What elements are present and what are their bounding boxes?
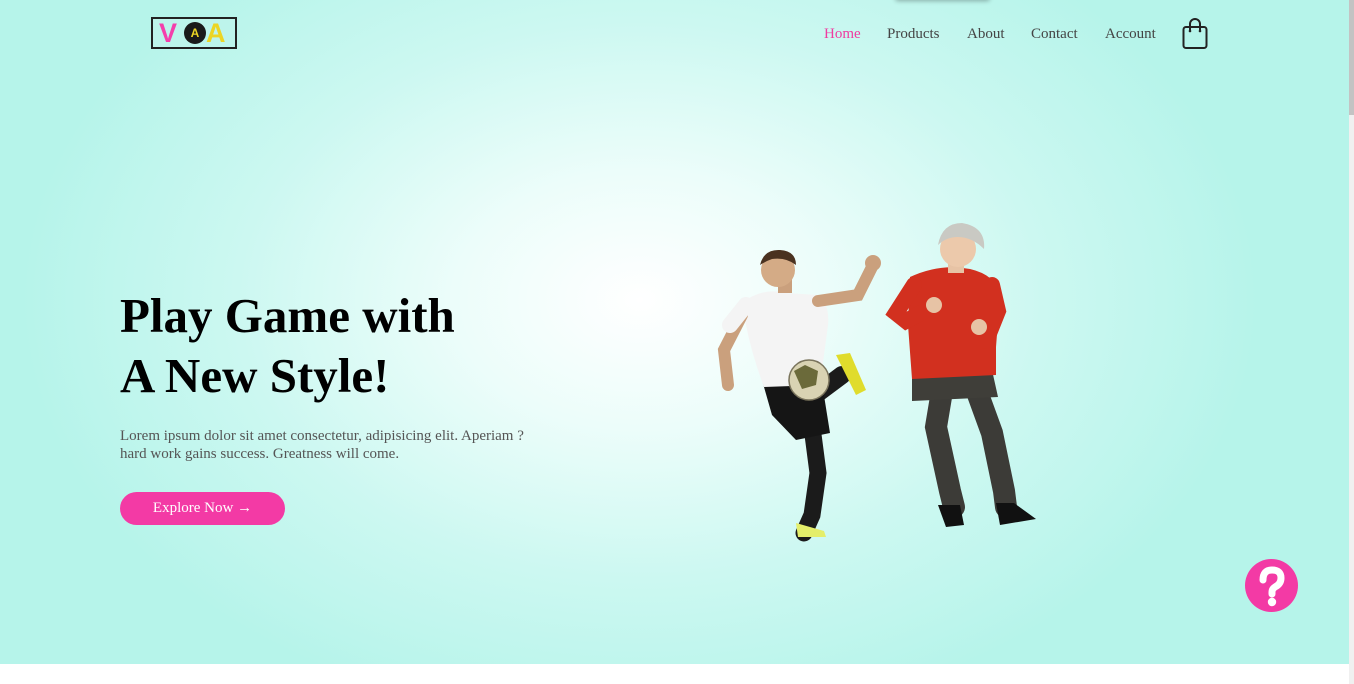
explore-now-button[interactable]: Explore Now → [120,492,285,525]
nav-account-link[interactable]: Account [1105,26,1156,42]
logo-letter-v: V [159,18,178,48]
help-button[interactable] [1245,559,1298,612]
nav-account[interactable]: Account [1105,26,1156,46]
hero-title: Play Game with A New Style! [120,286,455,406]
hero-title-line2: A New Style! [120,348,390,403]
hero-description-line2: hard work gains success. Greatness will … [120,446,400,462]
logo-letter-o: A [184,22,206,44]
page-scrollbar-thumb[interactable] [1349,0,1354,115]
hero-players-image [717,223,1036,542]
nav-contact[interactable]: Contact [1031,26,1078,46]
logo-letter-a: A [206,18,226,48]
nav-home-link[interactable]: Home [824,26,861,42]
nav-home[interactable]: Home [824,26,861,46]
player-white-shirt [717,249,881,542]
nav-products-link[interactable]: Products [887,26,940,42]
hero-section: V A A Home Products About Contact Accoun… [0,0,1349,664]
hero-description-line1: Lorem ipsum dolor sit amet consectetur, … [120,428,524,444]
nav-products[interactable]: Products [887,26,940,46]
question-mark-icon [1259,566,1285,607]
site-logo[interactable]: V A A [151,17,237,49]
nav-contact-link[interactable]: Contact [1031,26,1078,42]
page-scrollbar[interactable] [1349,0,1354,684]
hero-title-line1: Play Game with [120,288,455,343]
nav-about[interactable]: About [967,26,1005,46]
hero-description: Lorem ipsum dolor sit amet consectetur, … [120,427,570,463]
shopping-bag-icon[interactable] [1181,18,1209,50]
player-red-shirt [885,223,1036,527]
nav-about-link[interactable]: About [967,26,1005,42]
